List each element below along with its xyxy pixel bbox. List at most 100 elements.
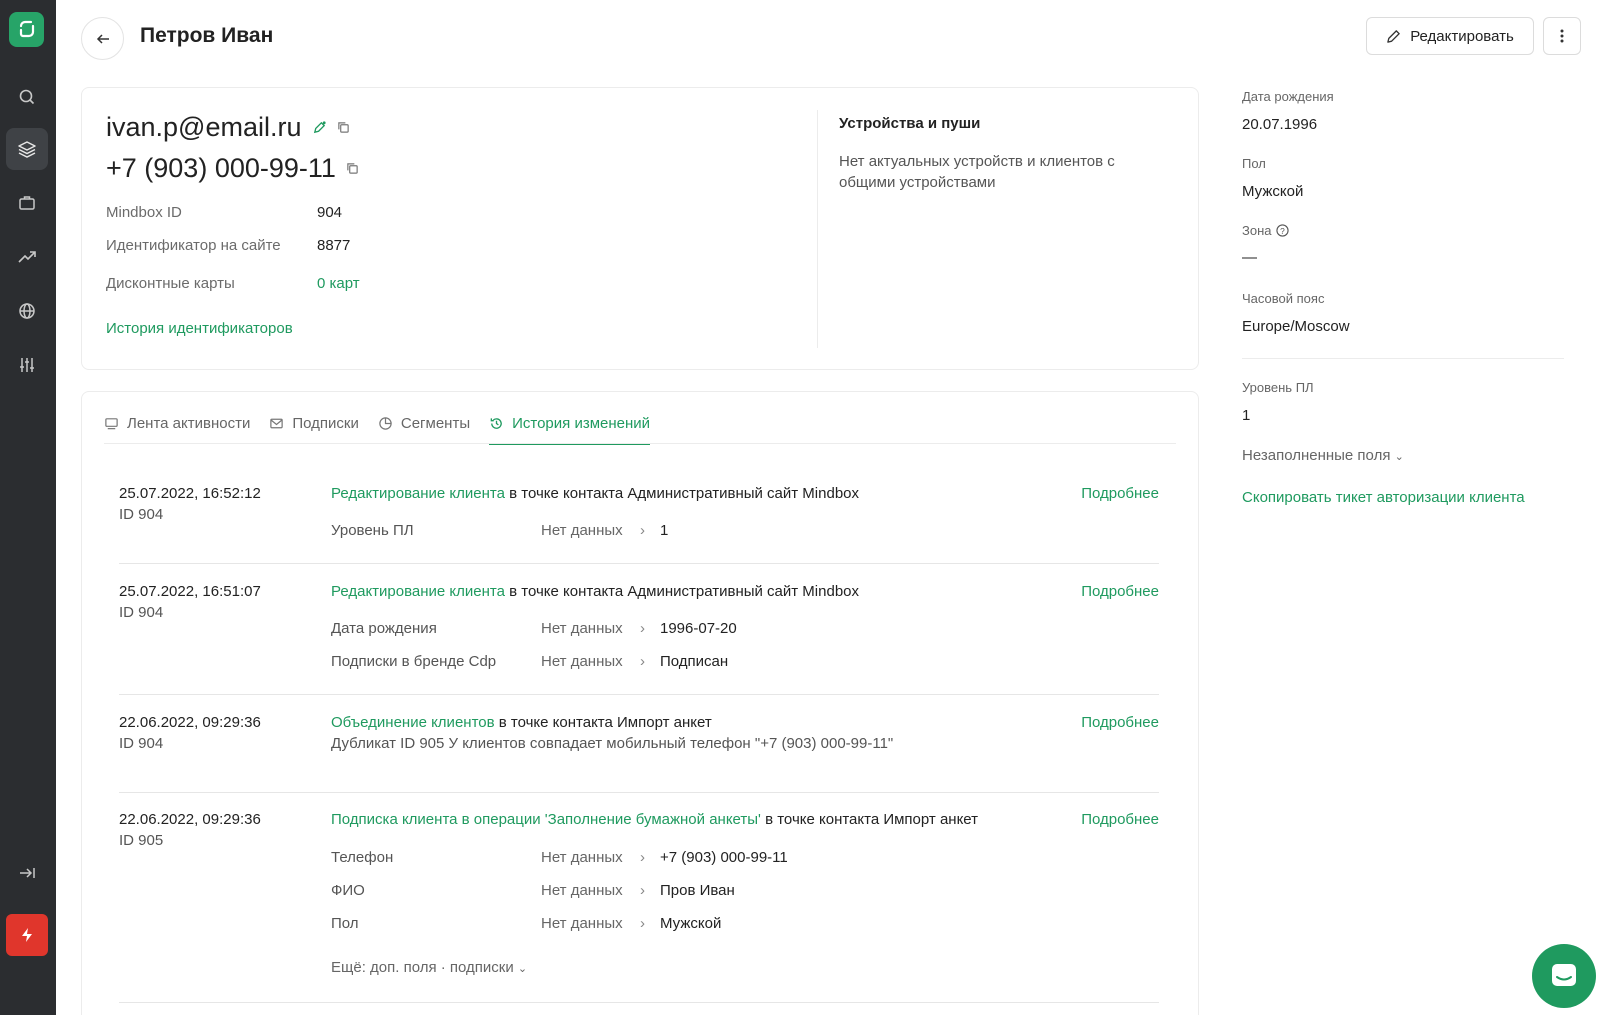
tab-change-history[interactable]: История изменений — [489, 403, 651, 445]
chevron-right-icon: › — [640, 849, 645, 866]
details-link[interactable]: Подробнее — [1081, 811, 1159, 828]
chat-icon — [1552, 964, 1576, 986]
change-field: Пол — [331, 915, 359, 932]
phone-row: +7 (903) 000-99-11 — [106, 153, 359, 184]
site-id-label: Идентификатор на сайте — [106, 237, 281, 254]
birthdate-value: 20.07.1996 — [1242, 116, 1318, 133]
edit-button-label: Редактировать — [1410, 27, 1514, 45]
entry-date: 22.06.2022, 09:29:36 — [119, 714, 261, 731]
entry-action-link[interactable]: Редактирование клиента — [331, 485, 505, 502]
change-old: Нет данных — [541, 915, 623, 932]
change-old: Нет данных — [541, 620, 623, 637]
entry-date: 22.06.2022, 09:29:36 — [119, 811, 261, 828]
entry-separator — [119, 694, 1159, 695]
change-old: Нет данных — [541, 882, 623, 899]
tab-label: Сегменты — [400, 414, 471, 432]
change-new: Мужской — [660, 915, 722, 932]
empty-fields-toggle[interactable]: Незаполненные поля ⌄ — [1242, 447, 1404, 464]
layers-icon[interactable] — [6, 128, 48, 170]
copy-auth-ticket-link[interactable]: Скопировать тикет авторизации клиента — [1242, 489, 1525, 506]
chevron-down-icon: ⌄ — [1394, 451, 1404, 463]
change-old: Нет данных — [541, 522, 623, 539]
entry-headline: Редактирование клиента в точке контакта … — [331, 485, 859, 502]
zone-value: — — [1242, 249, 1257, 266]
zone-label-row: Зона ? — [1242, 223, 1289, 238]
entry-headline: Объединение клиентов в точке контакта Им… — [331, 714, 712, 731]
more-fields-toggle[interactable]: Ещё: доп. поля · подписки ⌄ — [331, 959, 527, 976]
devices-text: Нет актуальных устройств и клиентов с об… — [839, 153, 1115, 191]
history-icon — [490, 417, 502, 429]
change-field: Телефон — [331, 849, 394, 866]
panel-divider — [1242, 358, 1564, 359]
entry-id: ID 904 — [119, 506, 164, 523]
back-button[interactable] — [81, 17, 124, 60]
phone-value[interactable]: +7 (903) 000-99-11 — [106, 153, 336, 184]
chevron-right-icon: › — [640, 882, 645, 899]
more-menu-button[interactable] — [1543, 17, 1581, 55]
globe-icon[interactable] — [6, 290, 48, 332]
verified-edit-icon[interactable] — [312, 120, 327, 135]
arrow-left-icon — [96, 33, 109, 44]
details-link[interactable]: Подробнее — [1081, 583, 1159, 600]
feed-icon — [105, 417, 118, 429]
zone-label: Зона — [1242, 223, 1272, 238]
pencil-icon — [1387, 29, 1400, 43]
more-fields-label: Ещё: доп. поля · подписки — [331, 959, 514, 976]
devices-title: Устройства и пуши — [839, 115, 981, 132]
help-icon[interactable]: ? — [1275, 224, 1289, 237]
edit-button[interactable]: Редактировать — [1366, 17, 1534, 55]
trend-up-icon[interactable] — [6, 236, 48, 278]
id-history-link[interactable]: История идентификаторов — [106, 320, 293, 337]
entry-headline: Редактирование клиента в точке контакта … — [331, 583, 859, 600]
app-logo-icon[interactable] — [9, 12, 44, 47]
logout-icon[interactable] — [6, 852, 48, 894]
tab-bar: Лента активности Подписки Сегменты Истор… — [104, 403, 651, 445]
mail-icon — [270, 418, 284, 428]
search-icon[interactable] — [6, 76, 48, 118]
lightning-icon[interactable] — [6, 914, 48, 956]
loyalty-level-value: 1 — [1242, 407, 1251, 424]
page-title: Петров Иван — [140, 24, 274, 47]
change-field: Уровень ПЛ — [331, 522, 414, 539]
entry-context: в точке контакта Административный сайт M… — [504, 485, 860, 502]
tab-subscriptions[interactable]: Подписки — [269, 403, 359, 443]
empty-fields-label: Незаполненные поля — [1242, 447, 1391, 464]
email-value[interactable]: ivan.p@email.ru — [106, 112, 302, 143]
change-new: Пров Иван — [660, 882, 735, 899]
copy-icon[interactable] — [337, 121, 350, 134]
entry-action-link[interactable]: Подписка клиента в операции 'Заполнение … — [331, 811, 761, 828]
entry-description: Дубликат ID 905 У клиентов совпадает моб… — [331, 735, 894, 752]
tab-label: Лента активности — [127, 414, 251, 432]
svg-text:?: ? — [1280, 226, 1285, 236]
entry-separator — [119, 1002, 1159, 1003]
entry-context: в точке контакта Административный сайт M… — [504, 583, 860, 600]
entry-context: в точке контакта Импорт анкет — [494, 714, 712, 731]
details-link[interactable]: Подробнее — [1081, 485, 1159, 502]
chat-button[interactable] — [1532, 944, 1596, 1008]
site-id-value: 8877 — [317, 237, 351, 254]
entry-action-link[interactable]: Редактирование клиента — [331, 583, 505, 600]
divider — [817, 110, 818, 348]
change-new: 1 — [660, 522, 669, 539]
chevron-down-icon: ⌄ — [517, 963, 528, 975]
chevron-right-icon: › — [640, 653, 645, 670]
tab-segments[interactable]: Сегменты — [378, 403, 470, 443]
entry-id: ID 904 — [119, 604, 164, 621]
sliders-icon[interactable] — [6, 344, 48, 386]
gender-value: Мужской — [1242, 183, 1304, 200]
chevron-right-icon: › — [640, 522, 645, 539]
discount-cards-link[interactable]: 0 карт — [317, 275, 360, 292]
birthdate-label: Дата рождения — [1242, 89, 1334, 104]
change-field: ФИО — [331, 882, 365, 899]
change-field: Подписки в бренде Cdp — [331, 653, 497, 670]
entry-date: 25.07.2022, 16:51:07 — [119, 583, 261, 600]
tabs-divider — [104, 443, 1176, 444]
tab-activity-feed[interactable]: Лента активности — [104, 403, 250, 443]
briefcase-icon[interactable] — [6, 182, 48, 224]
entry-action-link[interactable]: Объединение клиентов — [331, 714, 495, 731]
entry-headline: Подписка клиента в операции 'Заполнение … — [331, 811, 978, 828]
details-link[interactable]: Подробнее — [1081, 714, 1159, 731]
mindbox-id-label: Mindbox ID — [106, 204, 182, 221]
copy-icon[interactable] — [346, 162, 359, 175]
change-new: Подписан — [660, 653, 729, 670]
